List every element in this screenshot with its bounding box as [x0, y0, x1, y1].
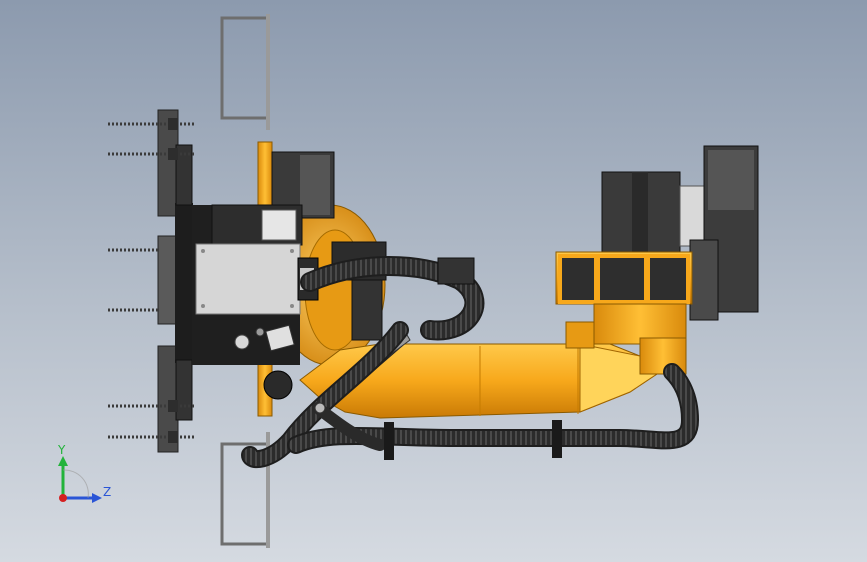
y-axis-label: Y — [57, 443, 66, 457]
left-mount-group — [108, 109, 196, 453]
coordinate-triad: Y Z — [57, 443, 111, 503]
control-box — [192, 204, 319, 365]
bolt-6 — [108, 431, 196, 443]
control-panel-face — [195, 243, 301, 315]
x-axis-dot — [59, 494, 67, 502]
hose-clamp-2 — [552, 420, 562, 458]
z-axis-label: Z — [103, 485, 111, 499]
power-connector-icon — [234, 334, 250, 350]
wrist-assembly — [555, 145, 759, 375]
mount-backing-column — [175, 203, 193, 363]
bolt-1 — [108, 118, 196, 130]
top-frame-bracket — [220, 14, 270, 130]
cad-viewport[interactable]: Y Z — [0, 0, 867, 562]
hose-clamp-1 — [384, 422, 394, 460]
